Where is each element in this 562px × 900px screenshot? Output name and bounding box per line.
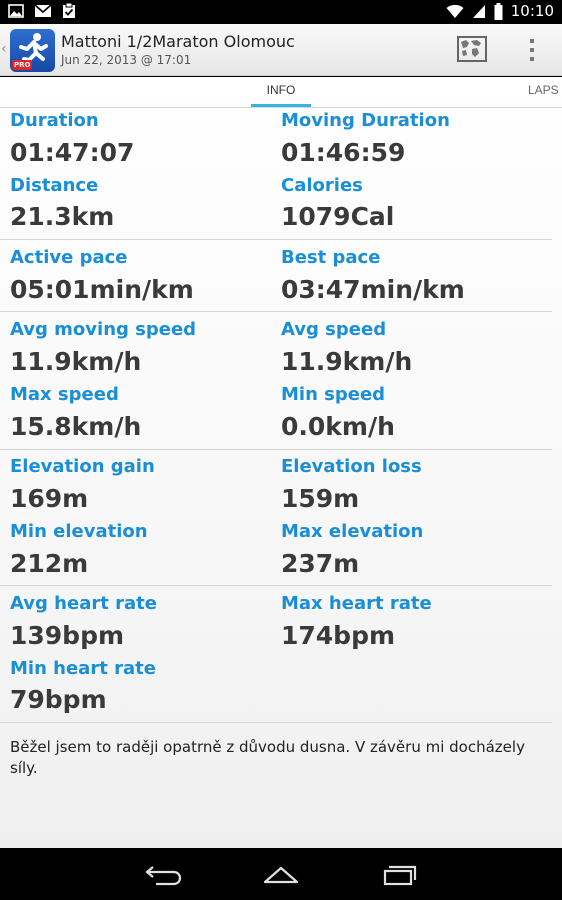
overflow-dot <box>530 48 534 52</box>
max-heart-rate-value: 174bpm <box>281 621 396 650</box>
home-button[interactable] <box>261 860 301 888</box>
battery-icon <box>494 2 503 20</box>
calories-value: 1079Cal <box>281 202 395 231</box>
overflow-menu-button[interactable] <box>520 36 544 64</box>
clipboard-icon <box>63 3 75 18</box>
notification-icons <box>8 3 76 19</box>
home-icon <box>263 866 299 884</box>
elevation-loss-label: Elevation loss <box>281 456 422 477</box>
activity-note: Běžel jsem to raději opatrně z důvodu du… <box>10 738 525 777</box>
duration-value: 01:47:07 <box>10 138 135 167</box>
up-caret-icon[interactable]: ‹ <box>1 41 7 57</box>
back-icon <box>145 866 182 886</box>
activity-title: Mattoni 1/2Maraton Olomouc <box>61 32 295 51</box>
elevation-loss-value: 159m <box>281 484 360 513</box>
recents-button[interactable] <box>380 860 420 888</box>
section-divider <box>0 311 552 312</box>
system-icons: 10:10 <box>446 2 554 20</box>
clock: 10:10 <box>510 2 554 20</box>
back-button[interactable] <box>142 860 182 888</box>
avg-heart-rate-label: Avg heart rate <box>10 593 157 614</box>
distance-value: 21.3km <box>10 202 115 231</box>
wifi-icon <box>446 4 464 18</box>
best-pace-value: 03:47min/km <box>281 275 465 304</box>
duration-label: Duration <box>10 110 99 131</box>
max-elevation-value: 237m <box>281 549 360 578</box>
tab-strip: INFO LAPS <box>0 77 562 108</box>
distance-label: Distance <box>10 175 99 196</box>
section-divider <box>0 449 552 450</box>
best-pace-label: Best pace <box>281 247 381 268</box>
activity-details: INFO LAPS Duration 01:47:07 Moving Durat… <box>0 77 562 848</box>
calories-label: Calories <box>281 175 363 196</box>
gmail-icon <box>34 4 52 17</box>
avg-speed-value: 11.9km/h <box>281 347 413 376</box>
status-bar: 10:10 <box>0 0 562 24</box>
active-pace-label: Active pace <box>10 247 128 268</box>
tab-info[interactable]: INFO <box>251 83 311 97</box>
avg-moving-speed-value: 11.9km/h <box>10 347 142 376</box>
max-speed-label: Max speed <box>10 384 119 405</box>
section-divider <box>0 585 552 586</box>
pro-badge: PRO <box>12 60 33 70</box>
overflow-dot <box>530 39 534 43</box>
avg-moving-speed-label: Avg moving speed <box>10 319 197 340</box>
action-bar: ‹ PRO Mattoni 1/2Maraton Olomouc Jun 22,… <box>0 24 562 76</box>
map-icon <box>457 36 487 62</box>
moving-duration-value: 01:46:59 <box>281 138 406 167</box>
max-heart-rate-label: Max heart rate <box>281 593 432 614</box>
min-elevation-label: Min elevation <box>10 521 148 542</box>
min-speed-label: Min speed <box>281 384 386 405</box>
avg-heart-rate-value: 139bpm <box>10 621 125 650</box>
tab-laps[interactable]: LAPS <box>528 83 559 97</box>
min-speed-value: 0.0km/h <box>281 412 395 441</box>
active-pace-value: 05:01min/km <box>10 275 194 304</box>
max-speed-value: 15.8km/h <box>10 412 142 441</box>
activity-date: Jun 22, 2013 @ 17:01 <box>61 53 192 67</box>
map-button[interactable] <box>457 36 487 62</box>
overflow-dot <box>530 57 534 61</box>
moving-duration-label: Moving Duration <box>281 110 450 131</box>
min-heart-rate-label: Min heart rate <box>10 658 156 679</box>
min-elevation-value: 212m <box>10 549 89 578</box>
image-icon <box>8 4 24 18</box>
navigation-bar <box>0 848 562 900</box>
section-divider <box>0 239 552 240</box>
signal-icon <box>472 5 485 18</box>
tab-divider <box>0 107 562 108</box>
avg-speed-label: Avg speed <box>281 319 387 340</box>
elevation-gain-label: Elevation gain <box>10 456 155 477</box>
min-heart-rate-value: 79bpm <box>10 685 107 714</box>
section-divider <box>0 722 552 723</box>
max-elevation-label: Max elevation <box>281 521 424 542</box>
elevation-gain-value: 169m <box>10 484 89 513</box>
app-logo[interactable]: PRO <box>10 29 55 72</box>
recents-icon <box>383 865 417 886</box>
